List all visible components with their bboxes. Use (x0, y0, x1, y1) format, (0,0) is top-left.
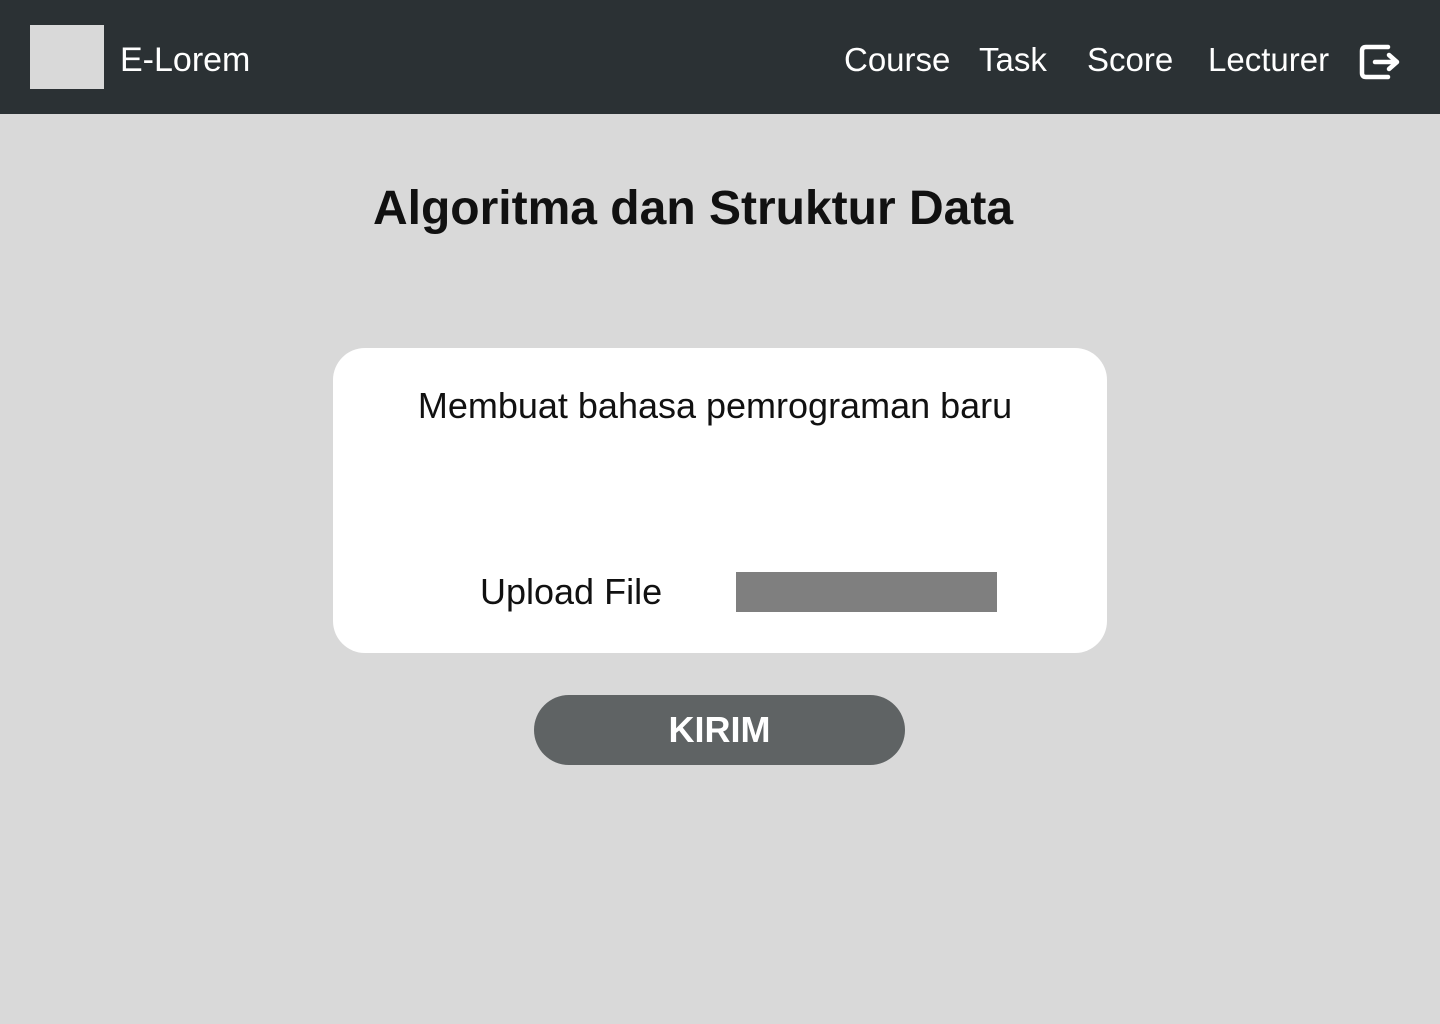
top-navbar: E-Lorem Course Task Score Lecturer (0, 0, 1440, 114)
nav-task[interactable]: Task (979, 38, 1047, 82)
submit-button[interactable]: KIRIM (534, 695, 905, 765)
upload-file-field[interactable] (736, 572, 997, 612)
upload-file-label: Upload File (480, 571, 663, 612)
nav-lecturer[interactable]: Lecturer (1208, 38, 1329, 82)
task-card: Membuat bahasa pemrograman baru Upload F… (333, 348, 1107, 653)
logout-icon[interactable] (1358, 43, 1404, 81)
nav-score[interactable]: Score (1087, 38, 1173, 82)
task-name: Membuat bahasa pemrograman baru (417, 385, 1013, 426)
logo-icon[interactable] (30, 25, 104, 89)
nav-course[interactable]: Course (844, 38, 950, 82)
brand-name[interactable]: E-Lorem (120, 38, 250, 82)
page-title: Algoritma dan Struktur Data (372, 182, 1014, 235)
